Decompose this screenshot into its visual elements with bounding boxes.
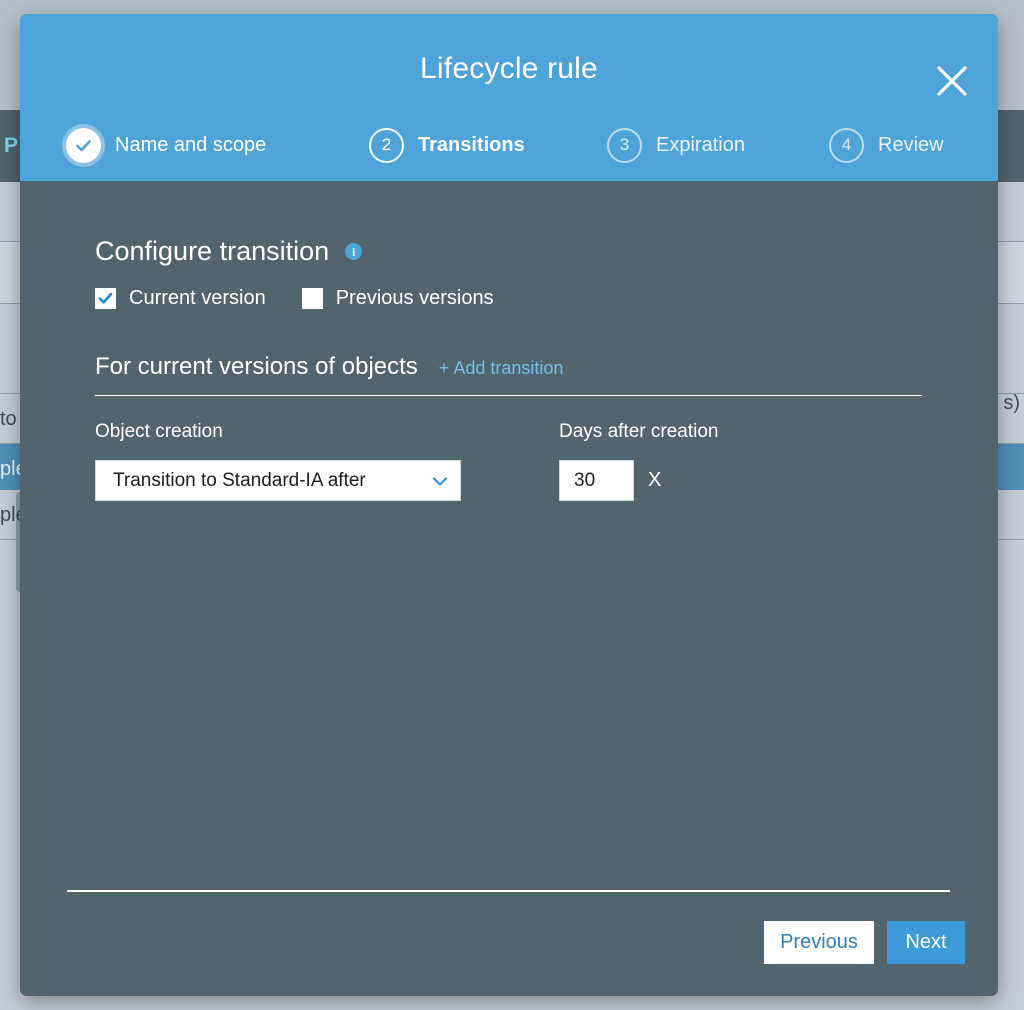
subsection-divider [95, 395, 922, 396]
step-label: Name and scope [115, 133, 267, 156]
info-icon[interactable]: i [345, 243, 363, 260]
version-checkbox-group: Current version Previous versions [95, 287, 494, 310]
step-review[interactable]: 4 Review [829, 117, 944, 173]
remove-transition-button[interactable]: X [648, 468, 661, 492]
step-label: Transitions [418, 133, 525, 156]
checkbox-previous-versions[interactable]: Previous versions [301, 287, 494, 310]
label-object-creation: Object creation [95, 421, 223, 442]
checkbox-current-version[interactable]: Current version [95, 287, 266, 310]
next-button[interactable]: Next [887, 921, 965, 964]
chevron-down-icon [420, 471, 460, 491]
background-right-text: s) [1003, 392, 1020, 414]
add-transition-link[interactable]: + Add transition [439, 358, 564, 379]
checkbox-label: Current version [129, 287, 266, 309]
select-value: Transition to Standard-IA after [113, 469, 366, 491]
step-expiration[interactable]: 3 Expiration [607, 117, 745, 173]
checkbox-box-unchecked [301, 288, 323, 309]
object-creation-select[interactable]: Transition to Standard-IA after [95, 460, 461, 501]
step-name-and-scope[interactable]: Name and scope [66, 117, 266, 173]
days-after-creation-input[interactable] [559, 460, 634, 501]
checkbox-label: Previous versions [335, 287, 494, 309]
step-number: 4 [829, 127, 864, 163]
lifecycle-rule-modal: Lifecycle rule Name and scope 2 Transiti… [20, 14, 998, 996]
label-days-after-creation: Days after creation [559, 421, 719, 442]
modal-body: Configure transition i Current version P… [20, 181, 998, 996]
step-label: Review [878, 133, 944, 156]
step-label: Expiration [656, 133, 745, 156]
step-complete-check-icon [66, 127, 101, 163]
subsection-title: For current versions of objects [95, 353, 418, 380]
step-number: 2 [369, 127, 404, 163]
checkbox-box-checked [95, 288, 116, 309]
modal-header: Lifecycle rule Name and scope 2 Transiti… [20, 14, 998, 181]
footer-divider [67, 890, 950, 892]
previous-button[interactable]: Previous [764, 921, 874, 964]
section-title-configure-transition: Configure transition i [95, 236, 363, 267]
step-number: 3 [607, 127, 642, 163]
close-icon[interactable] [928, 57, 976, 105]
modal-title: Lifecycle rule [420, 52, 598, 85]
step-indicator: Name and scope 2 Transitions 3 Expiratio… [46, 117, 972, 173]
subsection-header: For current versions of objects + Add tr… [95, 353, 922, 381]
step-transitions[interactable]: 2 Transitions [369, 117, 525, 173]
section-title-text: Configure transition [95, 236, 330, 266]
modal-footer: Previous Next [764, 921, 965, 964]
